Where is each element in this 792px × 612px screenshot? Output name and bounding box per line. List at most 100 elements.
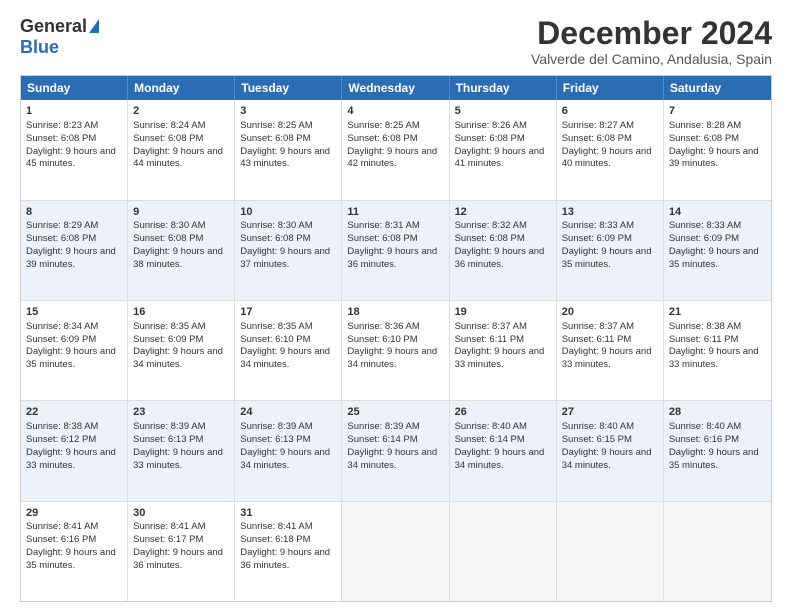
daylight-label: Daylight: 9 hours and 44 minutes. [133, 146, 223, 170]
day-number: 9 [133, 205, 229, 220]
table-row: 22 Sunrise: 8:38 AM Sunset: 6:12 PM Dayl… [21, 401, 128, 500]
table-row: 8 Sunrise: 8:29 AM Sunset: 6:08 PM Dayli… [21, 201, 128, 300]
sunrise-label: Sunrise: 8:23 AM [26, 120, 98, 131]
daylight-label: Daylight: 9 hours and 35 minutes. [669, 246, 759, 270]
sunset-label: Sunset: 6:08 PM [26, 233, 96, 244]
sunrise-label: Sunrise: 8:35 AM [240, 321, 312, 332]
sunset-label: Sunset: 6:09 PM [669, 233, 739, 244]
daylight-label: Daylight: 9 hours and 34 minutes. [347, 346, 437, 370]
calendar-body: 1 Sunrise: 8:23 AM Sunset: 6:08 PM Dayli… [21, 100, 771, 601]
day-number: 14 [669, 205, 766, 220]
logo-triangle-icon [89, 19, 99, 33]
sunrise-label: Sunrise: 8:26 AM [455, 120, 527, 131]
calendar-week-3: 15 Sunrise: 8:34 AM Sunset: 6:09 PM Dayl… [21, 301, 771, 401]
table-row: 1 Sunrise: 8:23 AM Sunset: 6:08 PM Dayli… [21, 100, 128, 199]
sunset-label: Sunset: 6:08 PM [26, 133, 96, 144]
day-number: 23 [133, 405, 229, 420]
sunset-label: Sunset: 6:15 PM [562, 434, 632, 445]
sunrise-label: Sunrise: 8:40 AM [562, 421, 634, 432]
sunset-label: Sunset: 6:08 PM [133, 233, 203, 244]
calendar-week-4: 22 Sunrise: 8:38 AM Sunset: 6:12 PM Dayl… [21, 401, 771, 501]
day-number: 22 [26, 405, 122, 420]
daylight-label: Daylight: 9 hours and 38 minutes. [133, 246, 223, 270]
sunset-label: Sunset: 6:08 PM [562, 133, 632, 144]
day-number: 2 [133, 104, 229, 119]
day-number: 30 [133, 506, 229, 521]
sunrise-label: Sunrise: 8:41 AM [240, 521, 312, 532]
table-row: 3 Sunrise: 8:25 AM Sunset: 6:08 PM Dayli… [235, 100, 342, 199]
header-day-wednesday: Wednesday [342, 76, 449, 100]
day-number: 13 [562, 205, 658, 220]
sunrise-label: Sunrise: 8:31 AM [347, 220, 419, 231]
calendar-week-1: 1 Sunrise: 8:23 AM Sunset: 6:08 PM Dayli… [21, 100, 771, 200]
sunset-label: Sunset: 6:11 PM [562, 334, 632, 345]
daylight-label: Daylight: 9 hours and 33 minutes. [133, 447, 223, 471]
daylight-label: Daylight: 9 hours and 35 minutes. [26, 346, 116, 370]
day-number: 6 [562, 104, 658, 119]
day-number: 18 [347, 305, 443, 320]
daylight-label: Daylight: 9 hours and 39 minutes. [669, 146, 759, 170]
header-day-friday: Friday [557, 76, 664, 100]
day-number: 8 [26, 205, 122, 220]
daylight-label: Daylight: 9 hours and 34 minutes. [240, 447, 330, 471]
table-row: 6 Sunrise: 8:27 AM Sunset: 6:08 PM Dayli… [557, 100, 664, 199]
sunset-label: Sunset: 6:08 PM [455, 133, 525, 144]
day-number: 3 [240, 104, 336, 119]
day-number: 20 [562, 305, 658, 320]
sunrise-label: Sunrise: 8:29 AM [26, 220, 98, 231]
table-row: 17 Sunrise: 8:35 AM Sunset: 6:10 PM Dayl… [235, 301, 342, 400]
sunrise-label: Sunrise: 8:36 AM [347, 321, 419, 332]
sunrise-label: Sunrise: 8:41 AM [26, 521, 98, 532]
daylight-label: Daylight: 9 hours and 45 minutes. [26, 146, 116, 170]
daylight-label: Daylight: 9 hours and 34 minutes. [562, 447, 652, 471]
daylight-label: Daylight: 9 hours and 34 minutes. [133, 346, 223, 370]
table-row: 18 Sunrise: 8:36 AM Sunset: 6:10 PM Dayl… [342, 301, 449, 400]
day-number: 29 [26, 506, 122, 521]
sunset-label: Sunset: 6:17 PM [133, 534, 203, 545]
sunrise-label: Sunrise: 8:24 AM [133, 120, 205, 131]
calendar-header: SundayMondayTuesdayWednesdayThursdayFrid… [21, 76, 771, 100]
daylight-label: Daylight: 9 hours and 36 minutes. [347, 246, 437, 270]
sunrise-label: Sunrise: 8:38 AM [669, 321, 741, 332]
table-row: 10 Sunrise: 8:30 AM Sunset: 6:08 PM Dayl… [235, 201, 342, 300]
daylight-label: Daylight: 9 hours and 34 minutes. [455, 447, 545, 471]
sunset-label: Sunset: 6:08 PM [347, 133, 417, 144]
sunrise-label: Sunrise: 8:40 AM [455, 421, 527, 432]
table-row [664, 502, 771, 601]
table-row: 26 Sunrise: 8:40 AM Sunset: 6:14 PM Dayl… [450, 401, 557, 500]
sunrise-label: Sunrise: 8:32 AM [455, 220, 527, 231]
sunset-label: Sunset: 6:08 PM [240, 133, 310, 144]
sunrise-label: Sunrise: 8:39 AM [240, 421, 312, 432]
daylight-label: Daylight: 9 hours and 36 minutes. [240, 547, 330, 571]
sunrise-label: Sunrise: 8:39 AM [347, 421, 419, 432]
table-row: 20 Sunrise: 8:37 AM Sunset: 6:11 PM Dayl… [557, 301, 664, 400]
sunrise-label: Sunrise: 8:34 AM [26, 321, 98, 332]
header-day-thursday: Thursday [450, 76, 557, 100]
table-row: 9 Sunrise: 8:30 AM Sunset: 6:08 PM Dayli… [128, 201, 235, 300]
table-row: 30 Sunrise: 8:41 AM Sunset: 6:17 PM Dayl… [128, 502, 235, 601]
sunrise-label: Sunrise: 8:41 AM [133, 521, 205, 532]
day-number: 27 [562, 405, 658, 420]
sunrise-label: Sunrise: 8:39 AM [133, 421, 205, 432]
table-row: 14 Sunrise: 8:33 AM Sunset: 6:09 PM Dayl… [664, 201, 771, 300]
sunrise-label: Sunrise: 8:33 AM [669, 220, 741, 231]
sunset-label: Sunset: 6:08 PM [455, 233, 525, 244]
sunrise-label: Sunrise: 8:27 AM [562, 120, 634, 131]
table-row: 7 Sunrise: 8:28 AM Sunset: 6:08 PM Dayli… [664, 100, 771, 199]
daylight-label: Daylight: 9 hours and 33 minutes. [669, 346, 759, 370]
day-number: 1 [26, 104, 122, 119]
daylight-label: Daylight: 9 hours and 36 minutes. [133, 547, 223, 571]
header-day-saturday: Saturday [664, 76, 771, 100]
sunset-label: Sunset: 6:09 PM [562, 233, 632, 244]
table-row: 16 Sunrise: 8:35 AM Sunset: 6:09 PM Dayl… [128, 301, 235, 400]
table-row: 12 Sunrise: 8:32 AM Sunset: 6:08 PM Dayl… [450, 201, 557, 300]
sunrise-label: Sunrise: 8:35 AM [133, 321, 205, 332]
day-number: 28 [669, 405, 766, 420]
day-number: 4 [347, 104, 443, 119]
daylight-label: Daylight: 9 hours and 35 minutes. [26, 547, 116, 571]
sunrise-label: Sunrise: 8:37 AM [562, 321, 634, 332]
sunrise-label: Sunrise: 8:25 AM [347, 120, 419, 131]
day-number: 26 [455, 405, 551, 420]
sunset-label: Sunset: 6:09 PM [26, 334, 96, 345]
day-number: 17 [240, 305, 336, 320]
